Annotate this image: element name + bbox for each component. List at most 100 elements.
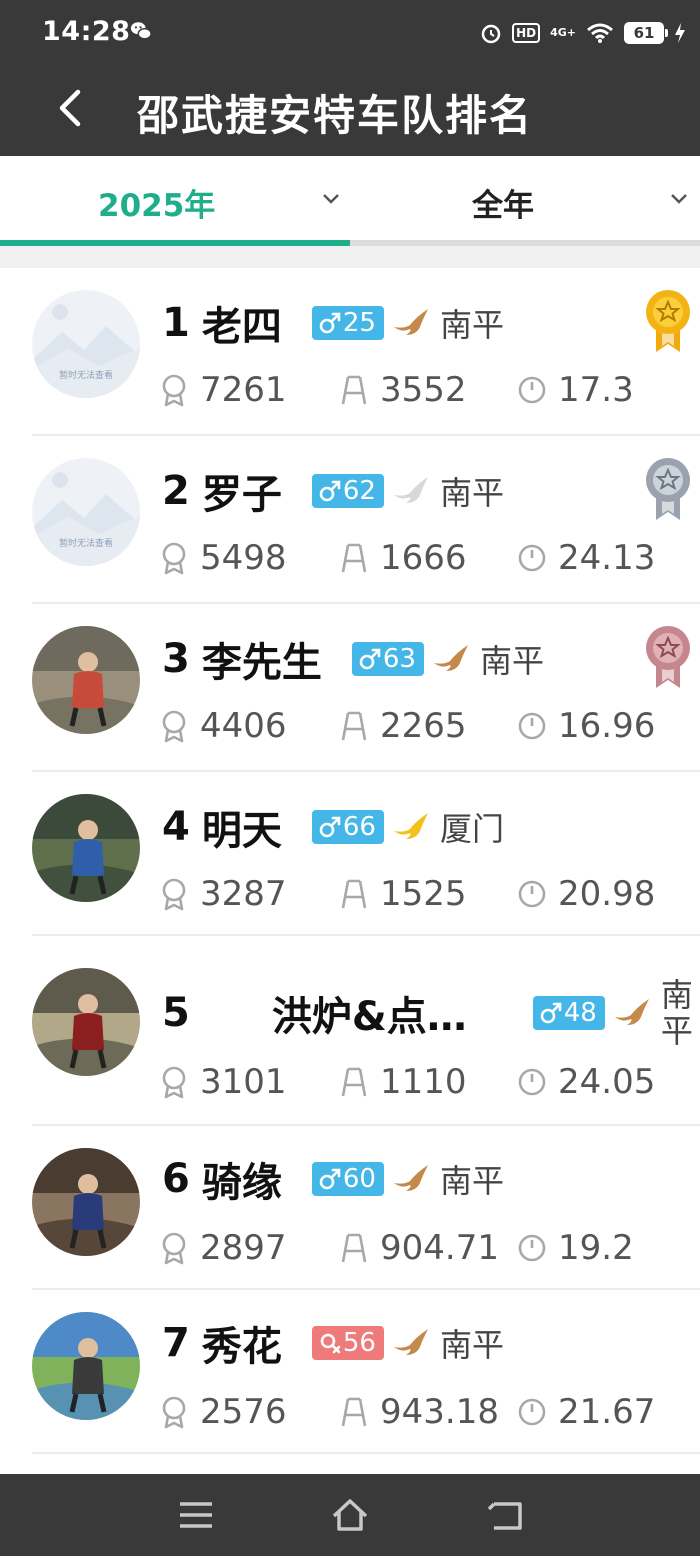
distance-stat: 2265	[340, 704, 467, 748]
ride-count-icon	[162, 1396, 186, 1429]
rider-name-line: 5 洪炉&点… 48 南平	[162, 977, 695, 1049]
avg-speed-stat: 24.13	[518, 536, 655, 580]
distance-icon	[341, 711, 367, 741]
distance-icon	[341, 1067, 367, 1097]
rider-name: 李先生	[201, 640, 322, 686]
avg-speed-value: 17.3	[558, 370, 634, 410]
rider-name-line: 1 老四 25 南平	[162, 298, 504, 350]
avatar[interactable]	[32, 1312, 140, 1420]
distance-value: 1110	[380, 1062, 467, 1102]
speedometer-icon	[518, 1068, 546, 1096]
ride-count-icon	[162, 542, 186, 575]
rank-number: 6	[162, 1156, 190, 1202]
home-icon[interactable]	[330, 1496, 370, 1534]
avatar[interactable]	[32, 626, 140, 734]
distance-icon	[341, 1233, 367, 1263]
city-label: 南平	[439, 474, 504, 512]
male-icon	[540, 1002, 562, 1024]
avg-speed-stat: 21.67	[518, 1390, 655, 1434]
avg-speed-stat: 19.2	[518, 1226, 634, 1270]
age-value: 66	[342, 812, 376, 842]
rider-name: 老四	[201, 304, 282, 350]
distance-stat: 1525	[340, 872, 467, 916]
rider-name-line: 7 秀花 56 南平	[162, 1318, 504, 1370]
age-value: 63	[382, 644, 416, 674]
avg-speed-stat: 16.96	[518, 704, 655, 748]
wechat-icon	[130, 22, 152, 40]
speedometer-icon	[518, 376, 546, 404]
avatar[interactable]: 暂时无法查看	[32, 458, 140, 566]
distance-icon	[341, 1397, 367, 1427]
chevron-down-icon	[323, 194, 339, 204]
speedometer-icon	[518, 1398, 546, 1426]
menu-icon[interactable]	[176, 1496, 216, 1534]
distance-icon	[341, 543, 367, 573]
ranking-row[interactable]: 3 李先生 63 南平 4406 2265 16.96	[0, 604, 700, 772]
swallow-level-icon	[393, 1329, 428, 1355]
ranking-row[interactable]: 暂时无法查看 1 老四 25 南平 7261 3552 17.3	[0, 268, 700, 436]
ride-count-value: 7261	[200, 370, 287, 410]
back-arrow-icon[interactable]	[50, 84, 90, 132]
male-icon	[319, 1168, 341, 1190]
rider-name: 秀花	[201, 1324, 282, 1370]
ride-count-stat: 2576	[160, 1390, 287, 1434]
tab-year[interactable]: 2025年	[0, 156, 350, 242]
distance-stat: 3552	[340, 368, 467, 412]
speedometer-icon	[518, 880, 546, 908]
distance-stat: 1666	[340, 536, 467, 580]
ride-count-stat: 3287	[160, 872, 287, 916]
ride-count-stat: 7261	[160, 368, 287, 412]
speedometer-icon	[518, 1234, 546, 1262]
swallow-level-icon	[393, 1165, 428, 1191]
tab-period-label: 全年	[472, 188, 534, 224]
avatar[interactable]	[32, 968, 140, 1076]
speedometer-icon	[518, 544, 546, 572]
rider-name-line: 6 骑缘 60 南平	[162, 1154, 504, 1206]
ride-count-stat: 4406	[160, 704, 287, 748]
swallow-level-icon	[393, 477, 428, 503]
speedometer-icon	[518, 712, 546, 740]
battery-icon: 61	[624, 22, 668, 44]
male-icon	[319, 816, 341, 838]
ride-count-icon	[162, 878, 186, 911]
distance-icon	[341, 879, 367, 909]
female-icon	[320, 1333, 341, 1354]
avatar[interactable]	[32, 1148, 140, 1256]
rank-number: 3	[162, 636, 190, 682]
avg-speed-value: 20.98	[558, 874, 656, 914]
rider-stats: 4406 2265 16.96	[160, 704, 680, 748]
age-value: 60	[342, 1164, 376, 1194]
ride-count-stat: 3101	[160, 1060, 287, 1104]
ranking-row[interactable]: 6 骑缘 60 南平 2897 904.71 19.2	[0, 1126, 700, 1290]
silver-medal-icon	[646, 458, 690, 520]
distance-value: 1666	[380, 538, 467, 578]
ranking-row[interactable]: 4 明天 66 厦门 3287 1525 20.98	[0, 772, 700, 936]
swallow-level-icon	[393, 309, 428, 335]
system-nav-bar	[0, 1474, 700, 1556]
ride-count-value: 2576	[200, 1392, 287, 1432]
age-value: 56	[342, 1328, 376, 1358]
avatar-placeholder-text: 暂时无法查看	[59, 369, 113, 381]
ride-count-stat: 2897	[160, 1226, 287, 1270]
gender-age-badge: 25	[311, 306, 384, 340]
back-icon[interactable]	[486, 1496, 526, 1534]
avg-speed-value: 24.13	[558, 538, 656, 578]
tab-year-label: 2025年	[98, 188, 216, 224]
ranking-row[interactable]: 5 洪炉&点… 48 南平 3101 1110 24.05	[0, 936, 700, 1126]
ride-count-icon	[162, 1232, 186, 1265]
ride-count-icon	[162, 374, 186, 407]
male-icon	[319, 480, 341, 502]
ranking-row[interactable]: 7 秀花 56 南平 2576 943.18 21.67	[0, 1290, 700, 1454]
rider-stats: 2576 943.18 21.67	[160, 1390, 680, 1434]
avatar[interactable]: 暂时无法查看	[32, 290, 140, 398]
rank-number: 2	[162, 468, 190, 514]
avg-speed-value: 16.96	[558, 706, 656, 746]
tab-period[interactable]: 全年	[350, 156, 700, 242]
city-label: 南平	[660, 976, 693, 1050]
distance-value: 2265	[380, 706, 467, 746]
ranking-row[interactable]: 暂时无法查看 2 罗子 62 南平 5498 1666 24.13	[0, 436, 700, 604]
distance-stat: 1110	[340, 1060, 467, 1104]
ranking-list[interactable]: 暂时无法查看 1 老四 25 南平 7261 3552 17.3 暂时无法查看 2 罗子 62…	[0, 268, 700, 1474]
gender-age-badge: 62	[311, 474, 384, 508]
avatar[interactable]	[32, 794, 140, 902]
